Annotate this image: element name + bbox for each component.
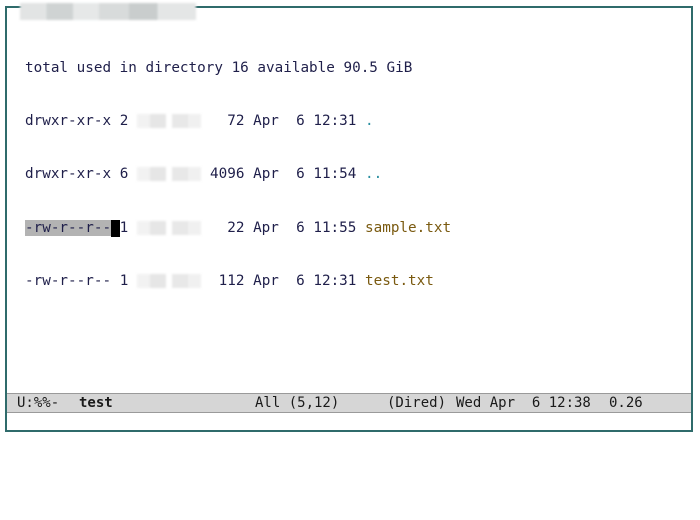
redacted-owner <box>136 167 202 182</box>
directory-summary: total used in directory 16 available 90.… <box>25 59 413 76</box>
dired-entry[interactable]: -rw-r--r-- 1 112 Apr 6 12:31 test.txt <box>25 273 451 291</box>
major-mode[interactable]: (Dired) <box>387 394 446 412</box>
load-average: 0.26 <box>609 395 643 411</box>
redacted-owner <box>136 220 202 235</box>
file-name[interactable]: . <box>365 113 374 129</box>
file-name[interactable]: test.txt <box>365 273 434 289</box>
redacted-owner <box>136 113 202 128</box>
buffer-name[interactable]: test <box>79 394 113 412</box>
date-time: Wed Apr 6 12:38 <box>456 395 591 411</box>
file-name[interactable]: sample.txt <box>365 220 451 236</box>
cursor-position: All (5,12) <box>255 395 340 411</box>
file-name[interactable]: .. <box>365 166 382 182</box>
redacted-title <box>20 3 196 20</box>
mode-line: U:%%- test All (5,12) (Dired) Wed Apr 6 … <box>7 393 691 413</box>
text-cursor <box>111 219 120 237</box>
dired-entry[interactable]: drwxr-xr-x 2 72 Apr 6 12:31 . <box>25 113 451 131</box>
dired-entry[interactable]: drwxr-xr-x 6 4096 Apr 6 11:54 .. <box>25 166 451 184</box>
redacted-owner <box>136 274 202 289</box>
buffer-status: U:%%- <box>17 395 60 411</box>
dired-entry-selected[interactable]: -rw-r--r-- 1 22 Apr 6 11:55 sample.txt <box>25 219 451 238</box>
dired-buffer[interactable]: total used in directory 16 available 90.… <box>25 24 451 309</box>
